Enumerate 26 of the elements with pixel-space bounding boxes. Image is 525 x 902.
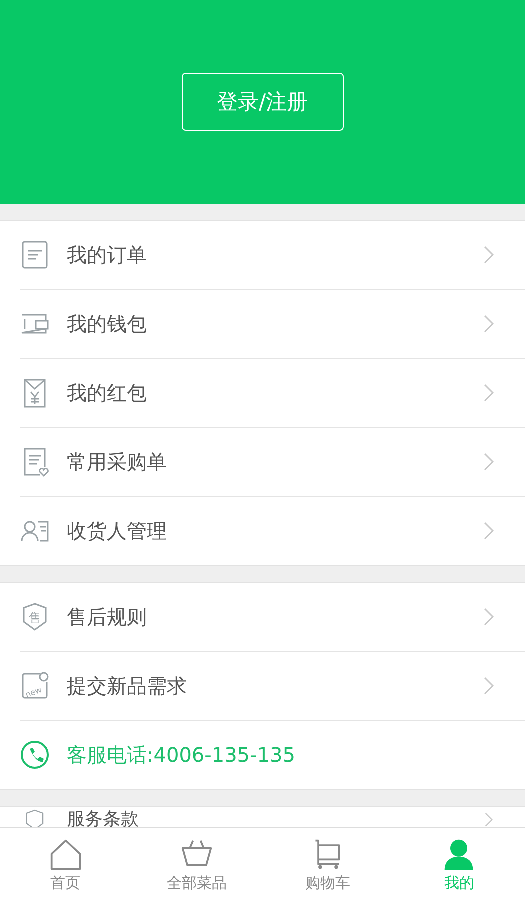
chevron-right-icon: [483, 245, 495, 265]
menu-item[interactable]: 我的钱包: [20, 290, 525, 359]
phone-icon: [20, 740, 50, 770]
menu-item[interactable]: 我的订单: [20, 221, 525, 290]
home-icon: [48, 838, 83, 872]
menu-item[interactable]: 常用采购单: [20, 428, 525, 497]
menu-label: 我的红包: [67, 380, 148, 406]
chevron-right-icon: [483, 452, 495, 472]
menu-label: 收货人管理: [67, 518, 168, 544]
chevron-right-icon: [483, 676, 495, 696]
menu-item[interactable]: 收货人管理: [20, 497, 525, 565]
menu-label: 我的钱包: [67, 310, 148, 338]
menu-label: 我的订单: [67, 242, 148, 268]
menu-label: 常用采购单: [67, 448, 168, 476]
menu-item[interactable]: new 提交新品需求: [20, 652, 525, 721]
phone-number: 客服电话:4006-135-135: [67, 742, 296, 768]
chevron-right-icon: [483, 314, 495, 334]
menu-item[interactable]: 我的红包: [20, 359, 525, 428]
chevron-right-icon: [483, 812, 495, 827]
clipboard-icon: [20, 240, 50, 270]
menu-label: 提交新品需求: [67, 672, 188, 700]
menu-label: 售后规则: [67, 604, 148, 630]
chevron-right-icon: [483, 383, 495, 403]
menu-item[interactable]: 售 售后规则: [20, 583, 525, 652]
chevron-right-icon: [483, 521, 495, 541]
chevron-right-icon: [483, 607, 495, 627]
